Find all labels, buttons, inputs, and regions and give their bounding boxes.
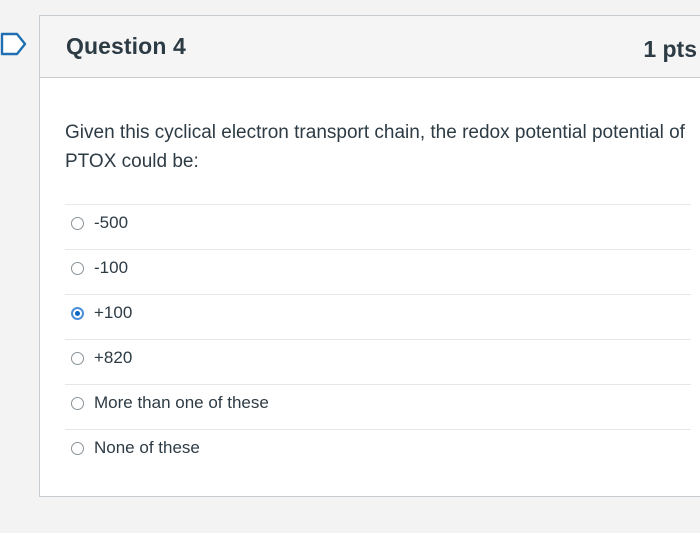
question-title: Question 4 bbox=[66, 33, 186, 59]
flag-icon[interactable] bbox=[0, 31, 28, 57]
answer-label: None of these bbox=[94, 438, 200, 457]
question-points: 1 pts bbox=[643, 36, 697, 62]
radio-button[interactable] bbox=[71, 442, 84, 455]
answer-option[interactable]: None of these bbox=[65, 429, 691, 474]
quiz-page: Question 4 1 pts Given this cyclical ele… bbox=[0, 0, 700, 533]
radio-button[interactable] bbox=[71, 262, 84, 275]
answer-option[interactable]: +820 bbox=[65, 339, 691, 384]
answer-option[interactable]: -500 bbox=[65, 204, 691, 249]
question-card: Question 4 1 pts Given this cyclical ele… bbox=[39, 15, 700, 497]
answer-option[interactable]: -100 bbox=[65, 249, 691, 294]
answer-label: -100 bbox=[94, 258, 129, 277]
radio-button-selected[interactable] bbox=[71, 307, 84, 320]
radio-button[interactable] bbox=[71, 217, 84, 230]
question-header: Question 4 1 pts bbox=[40, 16, 700, 78]
answer-label: +100 bbox=[94, 303, 133, 322]
answer-option[interactable]: +100 bbox=[65, 294, 691, 339]
answer-label: -500 bbox=[94, 213, 129, 232]
radio-button[interactable] bbox=[71, 352, 84, 365]
radio-button[interactable] bbox=[71, 397, 84, 410]
answer-label: More than one of these bbox=[94, 393, 269, 412]
answer-option[interactable]: More than one of these bbox=[65, 384, 691, 429]
answer-label: +820 bbox=[94, 348, 133, 367]
answer-list: -500 -100 +100 +820 More than one of the… bbox=[65, 204, 691, 474]
question-text: Given this cyclical electron transport c… bbox=[65, 122, 685, 172]
